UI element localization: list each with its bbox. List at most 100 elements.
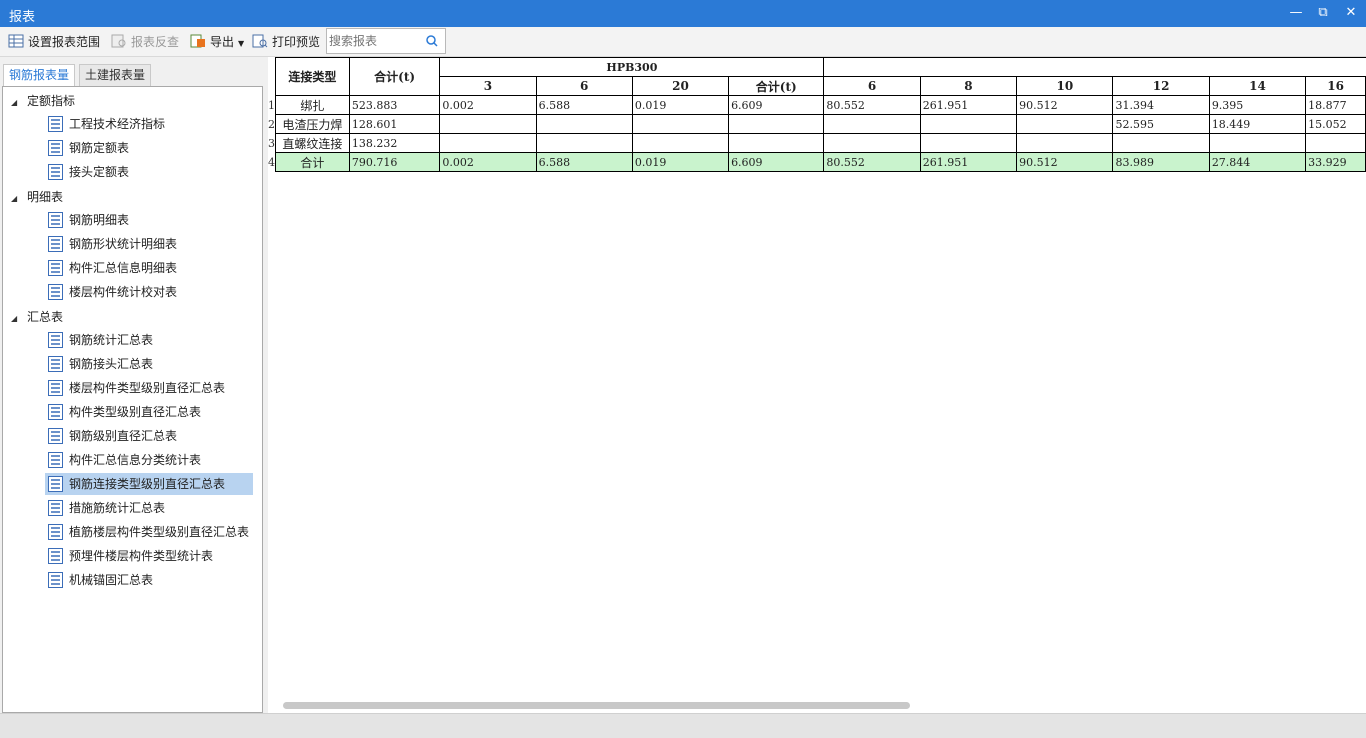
tree-item[interactable]: 钢筋连接类型级别直径汇总表: [45, 473, 253, 495]
tree-item[interactable]: 构件汇总信息明细表: [45, 257, 253, 279]
print-preview-button[interactable]: 打印预览: [252, 33, 320, 51]
tree-item[interactable]: 植筋楼层构件类型级别直径汇总表: [45, 521, 253, 543]
cell-conn-type[interactable]: 电渣压力焊: [275, 114, 350, 134]
search-input[interactable]: [329, 33, 421, 49]
cell-value[interactable]: [631, 133, 730, 153]
report-doc-icon: [48, 548, 63, 564]
restore-button[interactable]: ⧉: [1313, 4, 1333, 22]
report-doc-icon: [48, 452, 63, 468]
cell-value[interactable]: 261.951: [919, 95, 1018, 115]
tree-item[interactable]: 钢筋明细表: [45, 209, 253, 231]
cell-value[interactable]: [919, 133, 1018, 153]
tree-item[interactable]: 楼层构件统计校对表: [45, 281, 253, 303]
cell-value[interactable]: [823, 114, 921, 134]
row-number: 2: [268, 114, 276, 134]
table-row: 3 直螺纹连接 138.232: [268, 133, 1366, 153]
cell-total[interactable]: 138.232: [348, 133, 441, 153]
set-range-button[interactable]: 设置报表范围: [8, 33, 100, 51]
cell-value[interactable]: [535, 114, 633, 134]
close-button[interactable]: ✕: [1341, 4, 1361, 22]
search-icon[interactable]: [425, 34, 439, 48]
tree-item[interactable]: 钢筋级别直径汇总表: [45, 425, 253, 447]
cell-value[interactable]: [823, 133, 921, 153]
tree-item[interactable]: 工程技术经济指标: [45, 113, 253, 135]
cell-total[interactable]: 523.883: [348, 95, 441, 115]
tree-group[interactable]: ◢ 汇总表: [11, 307, 63, 327]
cell-value[interactable]: [919, 114, 1018, 134]
cell-value[interactable]: [535, 133, 633, 153]
cell-value[interactable]: 90.512: [1016, 95, 1114, 115]
cell-value[interactable]: 0.019: [631, 152, 730, 172]
expand-triangle-icon[interactable]: ◢: [11, 309, 23, 329]
cell-conn-type[interactable]: 合计: [275, 152, 350, 172]
tree-item[interactable]: 钢筋统计汇总表: [45, 329, 253, 351]
minimize-button[interactable]: —: [1286, 4, 1306, 22]
tree-item[interactable]: 构件汇总信息分类统计表: [45, 449, 253, 471]
cell-value[interactable]: 18.449: [1208, 114, 1307, 134]
tree-item[interactable]: 钢筋接头汇总表: [45, 353, 253, 375]
export-label: 导出: [210, 35, 235, 49]
cell-total[interactable]: 790.716: [348, 152, 441, 172]
cell-value[interactable]: 0.002: [439, 152, 537, 172]
expand-triangle-icon[interactable]: ◢: [11, 93, 23, 113]
cell-value[interactable]: 9.395: [1208, 95, 1307, 115]
cell-value[interactable]: 6.609: [728, 95, 825, 115]
cell-value[interactable]: [1305, 133, 1366, 153]
cell-conn-type[interactable]: 直螺纹连接: [275, 133, 350, 153]
expand-triangle-icon[interactable]: ◢: [11, 189, 23, 209]
cell-value[interactable]: [439, 133, 537, 153]
cell-value[interactable]: 6.588: [535, 152, 633, 172]
tree-item[interactable]: 构件类型级别直径汇总表: [45, 401, 253, 423]
cell-conn-type[interactable]: 绑扎: [275, 95, 350, 115]
reverse-check-button[interactable]: 报表反查: [111, 33, 179, 51]
tree-item[interactable]: 预埋件楼层构件类型统计表: [45, 545, 253, 567]
cell-value[interactable]: 261.951: [919, 152, 1018, 172]
report-doc-icon: [48, 212, 63, 228]
tree-item[interactable]: 钢筋定额表: [45, 137, 253, 159]
cell-value[interactable]: [728, 114, 825, 134]
cell-total[interactable]: 128.601: [348, 114, 441, 134]
cell-value[interactable]: [631, 114, 730, 134]
reverse-check-icon: [111, 34, 126, 48]
report-doc-icon: [48, 260, 63, 276]
tree-item[interactable]: 楼层构件类型级别直径汇总表: [45, 377, 253, 399]
cell-value[interactable]: [1112, 133, 1210, 153]
cell-value[interactable]: [728, 133, 825, 153]
export-button[interactable]: 导出 ▼: [190, 33, 244, 51]
cell-value[interactable]: 52.595: [1112, 114, 1210, 134]
tab-civil-report[interactable]: 土建报表量: [79, 64, 152, 86]
cell-value[interactable]: 80.552: [823, 95, 921, 115]
cell-value[interactable]: 27.844: [1208, 152, 1307, 172]
tree-group[interactable]: ◢ 定额指标: [11, 91, 75, 111]
cell-value[interactable]: 80.552: [823, 152, 921, 172]
tree-item-label: 工程技术经济指标: [69, 117, 166, 131]
horizontal-scrollbar-thumb[interactable]: [283, 702, 910, 709]
cell-value[interactable]: 90.512: [1016, 152, 1114, 172]
tree-item-label: 措施筋统计汇总表: [69, 501, 166, 515]
tree-group[interactable]: ◢ 明细表: [11, 187, 63, 207]
cell-value[interactable]: 83.989: [1112, 152, 1210, 172]
tree-item[interactable]: 措施筋统计汇总表: [45, 497, 253, 519]
cell-value[interactable]: 0.019: [631, 95, 730, 115]
cell-value[interactable]: 6.609: [728, 152, 825, 172]
tree-item[interactable]: 钢筋形状统计明细表: [45, 233, 253, 255]
tree-item-label: 预埋件楼层构件类型统计表: [69, 549, 214, 563]
cell-value[interactable]: 18.877: [1305, 95, 1366, 115]
cell-value[interactable]: [1016, 114, 1114, 134]
header-diameter: 12: [1112, 76, 1210, 96]
cell-value[interactable]: 0.002: [439, 95, 537, 115]
report-doc-icon: [48, 356, 63, 372]
report-doc-icon: [48, 284, 63, 300]
report-grid: 连接类型 合计(t) HPB300 3 6 20 合计(t) 6 8 10 12 14 16 1 绑扎 523…: [268, 57, 1366, 713]
tab-rebar-report[interactable]: 钢筋报表量: [3, 64, 76, 87]
cell-value[interactable]: [1208, 133, 1307, 153]
tree-item[interactable]: 接头定额表: [45, 161, 253, 183]
cell-value[interactable]: [439, 114, 537, 134]
cell-value[interactable]: [1016, 133, 1114, 153]
tree-item-label: 钢筋形状统计明细表: [69, 237, 178, 251]
cell-value[interactable]: 6.588: [535, 95, 633, 115]
cell-value[interactable]: 31.394: [1112, 95, 1210, 115]
cell-value[interactable]: 15.052: [1305, 114, 1366, 134]
cell-value[interactable]: 33.929: [1305, 152, 1366, 172]
tree-item[interactable]: 机械锚固汇总表: [45, 569, 253, 591]
